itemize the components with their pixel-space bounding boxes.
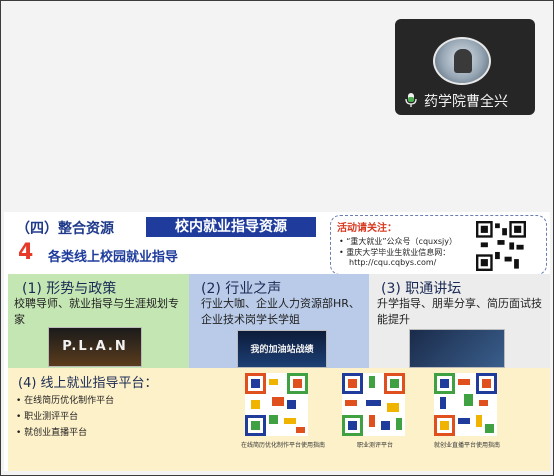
video-thumbnail: 我的加油站战绩 — [237, 330, 327, 368]
notice-line: • 重庆大学毕业生就业信息网： — [339, 248, 451, 257]
panel-body: 行业大咖、企业人力资源部HR、企业技术岗学长学姐 — [201, 297, 360, 326]
avatar-figure — [454, 49, 472, 73]
panel-industry: (2) 行业之声 行业大咖、企业人力资源部HR、企业技术岗学长学姐 我的加油站战… — [189, 274, 369, 368]
section-label: （四）整合资源 — [16, 221, 114, 237]
participant-avatar — [433, 37, 491, 85]
notice-heading: 活动请关注： — [337, 223, 397, 234]
panel-policy: (1) 形势与政策 校聘导师、就业指导与生涯规划专家 P.L.A.N — [8, 274, 189, 368]
panel-heading: (3) 职通讲坛 — [381, 281, 462, 297]
thumbnail-caption: 我的加油站战绩 — [250, 345, 314, 355]
panel-heading: (1) 形势与政策 — [22, 281, 117, 297]
microphone-icon[interactable] — [404, 92, 418, 108]
section-numeral: 4 — [18, 240, 34, 265]
platform-item: 就创业直播平台 — [16, 425, 87, 438]
qr-caption: 就创业直播平台使用指南 — [434, 442, 501, 449]
platform-item: 在线简历优化制作平台 — [16, 393, 114, 406]
thumbnail-caption: P.L.A.N — [62, 339, 128, 354]
video-thumbnail — [409, 329, 505, 368]
qr-caption: 职业测评平台 — [357, 442, 394, 449]
slide-subtitle: 各类线上校园就业指导 — [48, 250, 179, 265]
panel-lecture: (3) 职通讲坛 升学指导、朋辈分享、简历面试技能提升 — [369, 274, 550, 368]
shared-slide: （四）整合资源 校内就业指导资源 4 各类线上校园就业指导 活动请关注： • “… — [4, 212, 550, 471]
qr-code-icon[interactable] — [342, 373, 405, 436]
notice-line: http://cqu.cqbys.com/ — [349, 258, 437, 267]
section-tag: 校内就业指导资源 — [146, 217, 316, 237]
platform-section: (4) 线上就业指导平台： 在线简历优化制作平台 职业测评平台 就创业直播平台 … — [8, 368, 550, 471]
video-thumbnail: P.L.A.N — [48, 327, 142, 367]
qr-code-icon[interactable] — [245, 373, 308, 436]
participant-name: 药学院曹全兴 — [424, 94, 508, 110]
panel-heading: (2) 行业之声 — [201, 281, 282, 297]
panel-body: 校聘导师、就业指导与生涯规划专家 — [14, 297, 179, 326]
notice-line: • “重大就业”公众号（cquxsjy） — [339, 237, 457, 246]
qr-code-icon — [476, 221, 526, 271]
platform-heading: (4) 线上就业指导平台： — [18, 376, 158, 391]
qr-code-icon[interactable] — [434, 373, 497, 436]
qr-caption: 在线简历优化制作平台使用指南 — [241, 442, 326, 449]
panel-body: 升学指导、朋辈分享、简历面试技能提升 — [377, 297, 542, 326]
platform-item: 职业测评平台 — [16, 409, 78, 422]
